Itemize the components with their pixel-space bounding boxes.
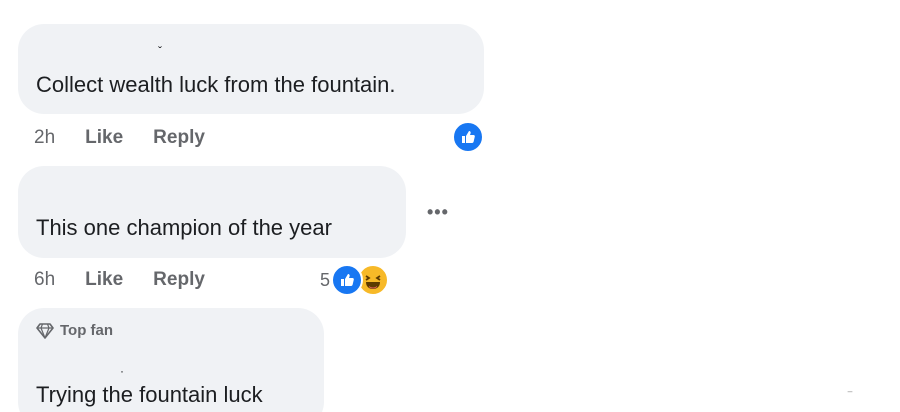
comment-time-2: 6h bbox=[34, 269, 56, 290]
like-icon bbox=[452, 121, 484, 153]
top-fan-label: Top fan bbox=[60, 322, 114, 339]
comment-bubble-2 bbox=[18, 166, 406, 258]
comment-text-2: This one champion of the year bbox=[36, 215, 332, 240]
comment-time-1: 2h bbox=[34, 127, 56, 148]
reaction-summary-2[interactable]: 5 bbox=[320, 264, 390, 296]
diamond-icon bbox=[36, 322, 54, 339]
like-button-1[interactable]: Like bbox=[85, 127, 123, 149]
top-fan-badge: Top fan bbox=[36, 322, 113, 339]
more-options-icon[interactable]: ••• bbox=[427, 202, 449, 223]
comment-actions-1: 2h Like Reply bbox=[34, 127, 235, 149]
comment-bubble-1 bbox=[18, 24, 484, 114]
like-button-2[interactable]: Like bbox=[85, 269, 123, 291]
comment-thread: ˇ Collect wealth luck from the fountain.… bbox=[0, 0, 900, 412]
stray-mark: ‾ bbox=[848, 390, 852, 404]
like-icon bbox=[331, 264, 364, 296]
reply-button-2[interactable]: Reply bbox=[153, 269, 205, 291]
reply-button-1[interactable]: Reply bbox=[153, 127, 205, 149]
stray-mark: ˇ bbox=[158, 44, 162, 58]
reaction-summary-1[interactable] bbox=[452, 121, 484, 153]
comment-actions-2: 6h Like Reply bbox=[34, 269, 235, 291]
comment-text-3: Trying the fountain luck bbox=[36, 382, 263, 407]
stray-mark: · bbox=[120, 364, 124, 378]
reaction-count: 5 bbox=[320, 269, 331, 290]
comment-text-1: Collect wealth luck from the fountain. bbox=[36, 72, 396, 97]
